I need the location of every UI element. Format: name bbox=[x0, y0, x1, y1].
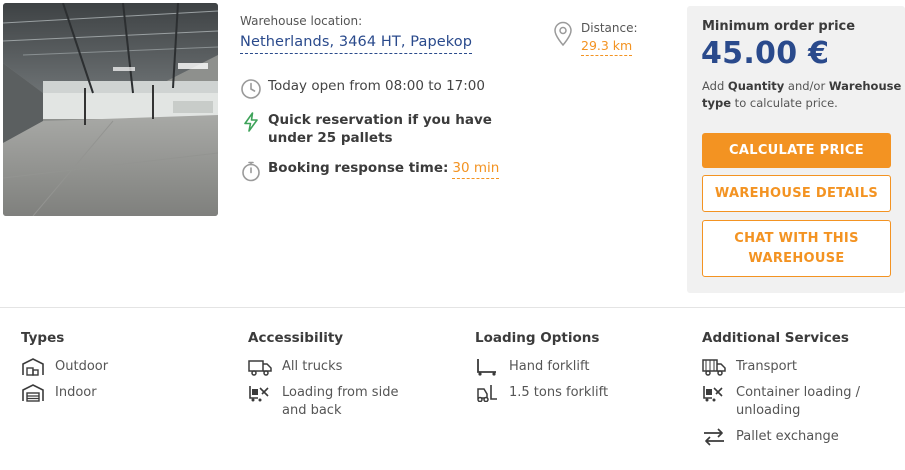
calculate-price-button[interactable]: CALCULATE PRICE bbox=[702, 133, 891, 168]
forklift-loading-icon bbox=[248, 384, 272, 402]
container-loading-icon bbox=[702, 384, 726, 402]
feature-label: Pallet exchange bbox=[736, 429, 839, 444]
price-note: Add Quantity and/or Warehouse type to cal… bbox=[702, 78, 902, 112]
feature-label: Hand forklift bbox=[509, 359, 590, 374]
types-column: Types Outdoor Indoor bbox=[21, 330, 231, 410]
feature-label: Outdoor bbox=[55, 359, 109, 374]
warehouse-details-button[interactable]: WAREHOUSE DETAILS bbox=[702, 175, 891, 212]
types-title: Types bbox=[21, 330, 65, 346]
location-value[interactable]: Netherlands, 3464 HT, Papekop bbox=[240, 34, 473, 54]
price-note-prefix: Add bbox=[702, 79, 728, 93]
indoor-warehouse-icon bbox=[21, 384, 45, 402]
min-price-value: 45.00 € bbox=[701, 36, 830, 71]
distance-label: Distance: bbox=[581, 21, 638, 35]
loading-options-column: Loading Options Hand forklift 1.5 tons f… bbox=[475, 330, 685, 410]
location-label: Warehouse location: bbox=[240, 14, 363, 28]
price-note-quantity: Quantity bbox=[727, 79, 785, 93]
distance-value[interactable]: 29.3 km bbox=[581, 38, 633, 56]
opening-hours-text: Today open from 08:00 to 17:00 bbox=[268, 78, 485, 94]
feature-item: Pallet exchange bbox=[702, 428, 905, 446]
opening-hours: Today open from 08:00 to 17:00 bbox=[240, 78, 485, 100]
outdoor-warehouse-icon bbox=[21, 358, 45, 376]
feature-item: Transport bbox=[702, 358, 905, 376]
feature-item: All trucks bbox=[248, 358, 458, 376]
lightning-icon bbox=[240, 111, 262, 133]
feature-label: Indoor bbox=[55, 385, 97, 400]
price-note-mid: and/or bbox=[784, 79, 829, 93]
quick-reservation-text: Quick reservation if you have under 25 p… bbox=[268, 112, 492, 146]
additional-services-column: Additional Services Transport Container … bbox=[702, 330, 905, 454]
transport-truck-icon bbox=[702, 358, 726, 376]
warehouse-card: Warehouse location: Netherlands, 3464 HT… bbox=[0, 0, 905, 470]
feature-item: Indoor bbox=[21, 384, 231, 402]
booking-response-label: Booking response time: bbox=[268, 160, 449, 176]
stopwatch-icon bbox=[240, 160, 262, 182]
feature-label: Loading from side and back bbox=[282, 385, 399, 418]
feature-label: All trucks bbox=[282, 359, 343, 374]
truck-icon bbox=[248, 358, 272, 376]
forklift-icon bbox=[475, 384, 499, 403]
feature-label: Container loading / unloading bbox=[736, 385, 861, 418]
chat-with-warehouse-button[interactable]: CHAT WITH THIS WAREHOUSE bbox=[702, 220, 891, 277]
price-panel: Minimum order price 45.00 € Add Quantity… bbox=[687, 6, 905, 293]
warehouse-info: Warehouse location: Netherlands, 3464 HT… bbox=[240, 14, 540, 182]
feature-label: Transport bbox=[736, 359, 798, 374]
quick-reservation: Quick reservation if you have under 25 p… bbox=[240, 111, 540, 147]
price-note-suffix: to calculate price. bbox=[731, 96, 838, 110]
price-note-warehouse: Warehouse bbox=[828, 79, 902, 93]
map-pin-icon bbox=[552, 21, 574, 47]
feature-item: Container loading / unloading bbox=[702, 384, 877, 420]
price-note-type: type bbox=[702, 96, 732, 110]
hand-forklift-icon bbox=[475, 358, 499, 376]
loading-options-title: Loading Options bbox=[475, 330, 600, 346]
feature-label: 1.5 tons forklift bbox=[509, 385, 609, 400]
feature-item: Loading from side and back bbox=[248, 384, 423, 420]
exchange-arrows-icon bbox=[702, 428, 726, 446]
section-divider bbox=[0, 307, 905, 308]
booking-response: Booking response time: 30 min bbox=[240, 160, 500, 182]
feature-item: Outdoor bbox=[21, 358, 231, 376]
accessibility-column: Accessibility All trucks Loading from si… bbox=[248, 330, 458, 428]
feature-item: Hand forklift bbox=[475, 358, 685, 376]
additional-services-title: Additional Services bbox=[702, 330, 849, 346]
distance: Distance: 29.3 km bbox=[552, 21, 638, 56]
booking-response-value[interactable]: 30 min bbox=[452, 160, 500, 179]
min-price-label: Minimum order price bbox=[702, 19, 856, 34]
accessibility-title: Accessibility bbox=[248, 330, 344, 346]
clock-icon bbox=[240, 78, 262, 100]
warehouse-photo[interactable] bbox=[3, 3, 218, 216]
feature-item: 1.5 tons forklift bbox=[475, 384, 685, 403]
